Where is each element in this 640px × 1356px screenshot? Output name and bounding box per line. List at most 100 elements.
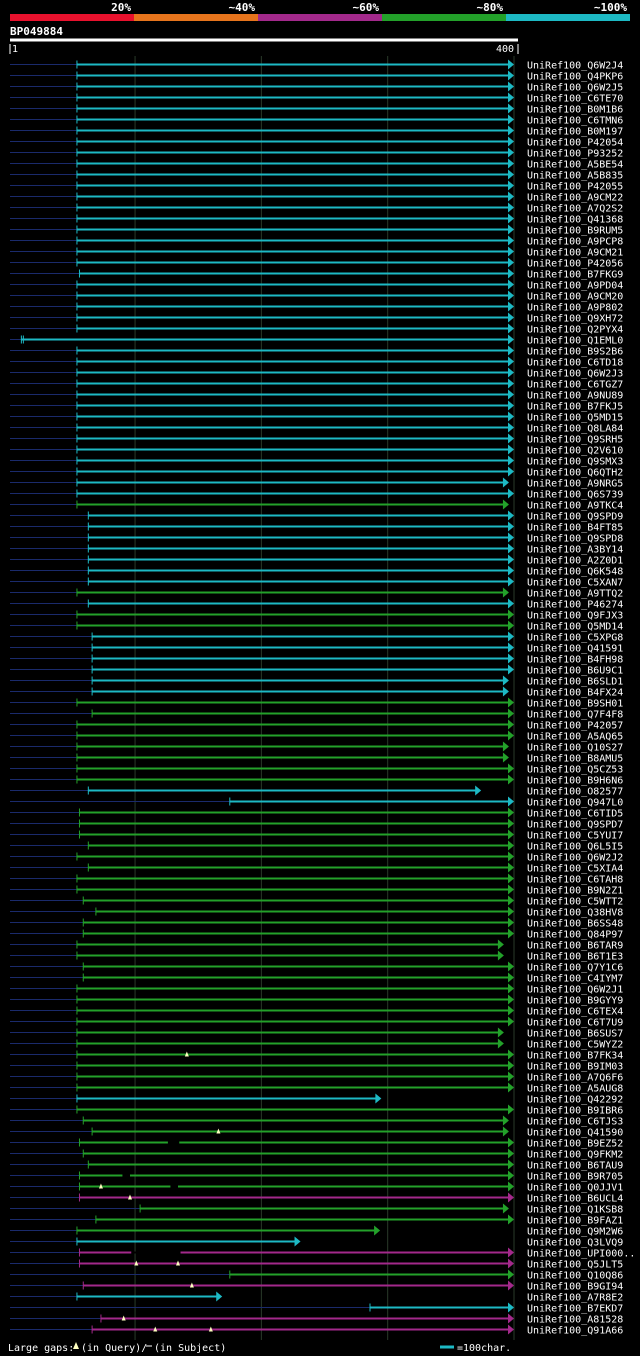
hit-label[interactable]: UniRef100_C5YUI7 [527, 831, 623, 842]
hit-label[interactable]: UniRef100_C6TJS3 [527, 1117, 623, 1128]
hit-label[interactable]: UniRef100_A3BY14 [527, 545, 623, 556]
hit-label[interactable]: UniRef100_C5XAN7 [527, 578, 623, 589]
hit-label[interactable]: UniRef100_B0M197 [527, 127, 623, 138]
hit-label[interactable]: UniRef100_Q6L5I5 [527, 842, 623, 853]
hit-label[interactable]: UniRef100_A5BE54 [527, 160, 623, 171]
hit-label[interactable]: UniRef100_B0M1B6 [527, 105, 623, 116]
hit-label[interactable]: UniRef100_B6SLD1 [527, 677, 623, 688]
hit-label[interactable]: UniRef100_Q3LVQ9 [527, 1238, 623, 1249]
hit-label[interactable]: UniRef100_Q9SRH5 [527, 435, 623, 446]
hit-label[interactable]: UniRef100_Q41591 [527, 644, 623, 655]
hit-label[interactable]: UniRef100_Q6W2J2 [527, 853, 623, 864]
hit-label[interactable]: UniRef100_B6TAU9 [527, 1161, 623, 1172]
hit-label[interactable]: UniRef100_B9IM03 [527, 1062, 623, 1073]
hit-label[interactable]: UniRef100_B7FKJ5 [527, 402, 623, 413]
hit-label[interactable]: UniRef100_B7EKD7 [527, 1304, 623, 1315]
hit-label[interactable]: UniRef100_A5AUG8 [527, 1084, 623, 1095]
hit-label[interactable]: UniRef100_Q9SMX3 [527, 457, 623, 468]
hit-label[interactable]: UniRef100_A7R8E2 [527, 1293, 623, 1304]
hit-label[interactable]: UniRef100_B7FK34 [527, 1051, 623, 1062]
hit-label[interactable]: UniRef100_C6TEX4 [527, 1007, 623, 1018]
hit-label[interactable]: UniRef100_A2Z0D1 [527, 556, 623, 567]
hit-label[interactable]: UniRef100_Q5MD14 [527, 622, 623, 633]
hit-label[interactable]: UniRef100_Q6W2J5 [527, 83, 623, 94]
hit-label[interactable]: UniRef100_B9GI94 [527, 1282, 623, 1293]
hit-label[interactable]: UniRef100_Q6W2J1 [527, 985, 623, 996]
hit-label[interactable]: UniRef100_P42056 [527, 259, 623, 270]
hit-label[interactable]: UniRef100_Q6QTH2 [527, 468, 623, 479]
hit-label[interactable]: UniRef100_A9PCP8 [527, 237, 623, 248]
hit-label[interactable]: UniRef100_Q84P97 [527, 930, 623, 941]
hit-label[interactable]: UniRef100_A9TKC4 [527, 501, 623, 512]
hit-label[interactable]: UniRef100_B6SS48 [527, 919, 623, 930]
hit-label[interactable]: UniRef100_Q9M2W6 [527, 1227, 623, 1238]
hit-label[interactable]: UniRef100_B6TAR9 [527, 941, 623, 952]
hit-label[interactable]: UniRef100_C5XPG8 [527, 633, 623, 644]
hit-label[interactable]: UniRef100_A9CM20 [527, 292, 623, 303]
hit-label[interactable]: UniRef100_Q0JJV1 [527, 1183, 623, 1194]
hit-label[interactable]: UniRef100_Q9FJX3 [527, 611, 623, 622]
hit-label[interactable]: UniRef100_Q6W2J4 [527, 61, 623, 72]
hit-label[interactable]: UniRef100_C5WYZ2 [527, 1040, 623, 1051]
hit-label[interactable]: UniRef100_Q2PYX4 [527, 325, 623, 336]
hit-label[interactable]: UniRef100_B9N2Z1 [527, 886, 623, 897]
hit-label[interactable]: UniRef100_Q38HV8 [527, 908, 623, 919]
hit-label[interactable]: UniRef100_C6TAH8 [527, 875, 623, 886]
hit-label[interactable]: UniRef100_Q6W2J3 [527, 369, 623, 380]
hit-label[interactable]: UniRef100_A9NRG5 [527, 479, 623, 490]
hit-label[interactable]: UniRef100_A9TTQ2 [527, 589, 623, 600]
hit-label[interactable]: UniRef100_A9NU89 [527, 391, 623, 402]
hit-label[interactable]: UniRef100_Q10S27 [527, 743, 623, 754]
hit-label[interactable]: UniRef100_Q2V610 [527, 446, 623, 457]
hit-label[interactable]: UniRef100_A5B835 [527, 171, 623, 182]
hit-label[interactable]: UniRef100_B6U9C1 [527, 666, 623, 677]
hit-label[interactable]: UniRef100_Q42292 [527, 1095, 623, 1106]
hit-label[interactable]: UniRef100_P42054 [527, 138, 623, 149]
hit-label[interactable]: UniRef100_C5XIA4 [527, 864, 623, 875]
hit-label[interactable]: UniRef100_B9H6N6 [527, 776, 623, 787]
hit-label[interactable]: UniRef100_Q9SPD8 [527, 534, 623, 545]
hit-label[interactable]: UniRef100_P42055 [527, 182, 623, 193]
hit-label[interactable]: UniRef100_C6TD18 [527, 358, 623, 369]
hit-label[interactable]: UniRef100_Q8LA84 [527, 424, 623, 435]
hit-label[interactable]: UniRef100_UPI000.. [527, 1249, 635, 1260]
hit-label[interactable]: UniRef100_Q5MD15 [527, 413, 623, 424]
hit-label[interactable]: UniRef100_P46274 [527, 600, 623, 611]
hit-label[interactable]: UniRef100_Q947L0 [527, 798, 623, 809]
hit-label[interactable]: UniRef100_Q7Y1C6 [527, 963, 623, 974]
hit-label[interactable]: UniRef100_B4FT85 [527, 523, 623, 534]
hit-label[interactable]: UniRef100_A5AQ65 [527, 732, 623, 743]
hit-label[interactable]: UniRef100_A9PD04 [527, 281, 623, 292]
hit-label[interactable]: UniRef100_Q41368 [527, 215, 623, 226]
hit-label[interactable]: UniRef100_A9CM21 [527, 248, 623, 259]
hit-label[interactable]: UniRef100_B4FH98 [527, 655, 623, 666]
hit-label[interactable]: UniRef100_Q10Q86 [527, 1271, 623, 1282]
hit-label[interactable]: UniRef100_B9S2B6 [527, 347, 623, 358]
hit-label[interactable]: UniRef100_A9CM22 [527, 193, 623, 204]
hit-label[interactable]: UniRef100_B9SH01 [527, 699, 623, 710]
hit-label[interactable]: UniRef100_C6TID5 [527, 809, 623, 820]
hit-label[interactable]: UniRef100_Q41590 [527, 1128, 623, 1139]
hit-label[interactable]: UniRef100_Q9FKM2 [527, 1150, 623, 1161]
hit-label[interactable]: UniRef100_C6TMN6 [527, 116, 623, 127]
hit-label[interactable]: UniRef100_B8AMU5 [527, 754, 623, 765]
hit-label[interactable]: UniRef100_Q6K548 [527, 567, 623, 578]
hit-label[interactable]: UniRef100_Q5JLT5 [527, 1260, 623, 1271]
hit-label[interactable]: UniRef100_B9IBR6 [527, 1106, 623, 1117]
hit-label[interactable]: UniRef100_C6TGZ7 [527, 380, 623, 391]
hit-label[interactable]: UniRef100_B6T1E3 [527, 952, 623, 963]
hit-label[interactable]: UniRef100_P42057 [527, 721, 623, 732]
hit-label[interactable]: UniRef100_A7Q6F6 [527, 1073, 623, 1084]
hit-label[interactable]: UniRef100_C6TE70 [527, 94, 623, 105]
hit-label[interactable]: UniRef100_P93252 [527, 149, 623, 160]
hit-label[interactable]: UniRef100_B4FX24 [527, 688, 623, 699]
hit-label[interactable]: UniRef100_Q4PKP6 [527, 72, 623, 83]
hit-label[interactable]: UniRef100_Q91A66 [527, 1326, 623, 1337]
hit-label[interactable]: UniRef100_Q5CZ53 [527, 765, 623, 776]
hit-label[interactable]: UniRef100_C5WTT2 [527, 897, 623, 908]
hit-label[interactable]: UniRef100_Q9XH72 [527, 314, 623, 325]
hit-label[interactable]: UniRef100_O82577 [527, 787, 623, 798]
hit-label[interactable]: UniRef100_Q9SPD9 [527, 512, 623, 523]
hit-label[interactable]: UniRef100_Q7F4F8 [527, 710, 623, 721]
hit-label[interactable]: UniRef100_B7FKG9 [527, 270, 623, 281]
